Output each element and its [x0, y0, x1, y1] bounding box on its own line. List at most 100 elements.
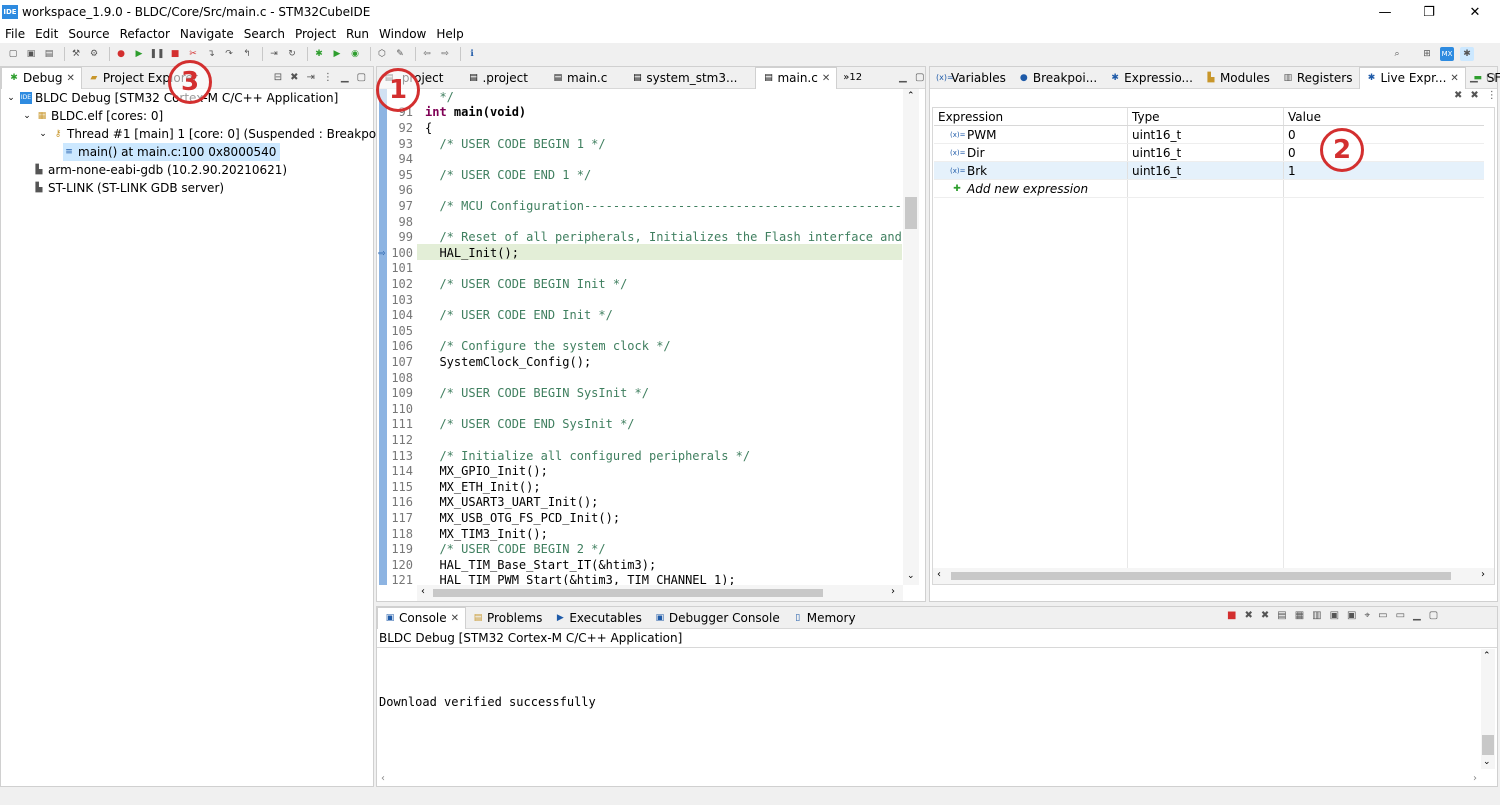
perspective-mx-icon[interactable]: MX: [1440, 46, 1454, 61]
collapse-all-icon[interactable]: ⊟: [274, 72, 282, 83]
tree-item-thread[interactable]: ⌄ ⚷ Thread #1 [main] 1 [core: 0] (Suspen…: [37, 125, 396, 143]
open-console-icon[interactable]: ▭: [1396, 610, 1405, 621]
build-icon[interactable]: ⚒: [69, 47, 83, 61]
scroll-right-icon[interactable]: ›: [891, 586, 895, 597]
expression-value[interactable]: 1: [1284, 162, 1484, 179]
code-line[interactable]: 105: [387, 323, 425, 339]
tab-variables[interactable]: (x)= Variables: [930, 67, 1012, 89]
scroll-lock-icon[interactable]: ▦: [1295, 610, 1304, 621]
maximize-button[interactable]: ❐: [1406, 0, 1452, 24]
expression-value[interactable]: 0: [1284, 126, 1484, 143]
perspective-cpp-icon[interactable]: ⊞: [1420, 47, 1434, 61]
scroll-down-icon[interactable]: ⌄: [907, 571, 915, 581]
close-button[interactable]: ✕: [1452, 0, 1498, 24]
scroll-up-icon[interactable]: ⌃: [907, 91, 915, 101]
save-all-icon[interactable]: ▤: [42, 47, 56, 61]
close-icon[interactable]: ✕: [822, 73, 830, 84]
code-line[interactable]: 98: [387, 214, 425, 230]
tree-item-elf[interactable]: ⌄ ▦ BLDC.elf [cores: 0]: [21, 107, 163, 125]
column-value[interactable]: Value: [1284, 108, 1484, 125]
scroll-left-icon[interactable]: ‹: [421, 586, 425, 597]
tab-debug[interactable]: ✱ Debug ✕: [1, 66, 82, 89]
horizontal-scrollbar[interactable]: ‹ ›: [417, 585, 903, 601]
minimize-icon[interactable]: ▁: [899, 72, 907, 83]
remove-launch-icon[interactable]: ✖: [1244, 610, 1252, 621]
open-type-icon[interactable]: ⬡: [375, 47, 389, 61]
table-row[interactable]: (x)= Dir uint16_t 0: [934, 144, 1484, 162]
terminate-icon[interactable]: ■: [168, 47, 182, 61]
disconnect-icon[interactable]: ✂: [186, 47, 200, 61]
step-mode-icon[interactable]: ⇥: [306, 72, 314, 83]
step-over-icon[interactable]: ↷: [222, 47, 236, 61]
maximize-icon[interactable]: ▢: [357, 72, 366, 83]
code-line[interactable]: 110: [387, 401, 425, 417]
skip-breakpoints-icon[interactable]: ●: [114, 47, 128, 61]
code-line[interactable]: 115 MX_ETH_Init();: [387, 479, 540, 495]
search-icon[interactable]: ⌕: [1390, 47, 1404, 61]
scroll-right-icon[interactable]: ›: [1481, 569, 1485, 580]
perspective-debug-icon[interactable]: ✱: [1460, 46, 1474, 61]
tab-memory[interactable]: ▯ Memory: [786, 607, 862, 629]
close-icon[interactable]: ✕: [66, 73, 74, 84]
remove-icon[interactable]: ✖: [1454, 90, 1462, 101]
menu-search[interactable]: Search: [239, 27, 290, 41]
scrollbar-thumb[interactable]: [433, 589, 823, 597]
tab-debugger-console[interactable]: ▣ Debugger Console: [648, 607, 786, 629]
tab-main-c-active[interactable]: ▤ main.c ✕: [755, 66, 838, 89]
code-line[interactable]: 104 /* USER CODE END Init */: [387, 307, 613, 323]
info-icon[interactable]: ℹ: [465, 47, 479, 61]
tab-live-expressions[interactable]: ✱ Live Expr... ✕: [1358, 66, 1466, 89]
minimize-icon[interactable]: ▁: [1470, 72, 1478, 83]
menu-project[interactable]: Project: [290, 27, 341, 41]
word-wrap-icon[interactable]: ▥: [1312, 610, 1321, 621]
suspend-icon[interactable]: ❚❚: [149, 47, 164, 61]
step-return-icon[interactable]: ↰: [240, 47, 254, 61]
tab-project-2[interactable]: ▤ .project: [461, 67, 533, 89]
tab-console[interactable]: ▣ Console ✕: [377, 606, 467, 629]
scrollbar-thumb[interactable]: [951, 572, 1451, 580]
table-row[interactable]: (x)= PWM uint16_t 0: [934, 126, 1484, 144]
menu-file[interactable]: File: [0, 27, 30, 41]
instruction-step-icon[interactable]: ⇥: [267, 47, 281, 61]
tab-modules[interactable]: ▙ Modules: [1199, 67, 1276, 89]
external-tools-icon[interactable]: ◉: [348, 47, 362, 61]
code-line[interactable]: 113 /* Initialize all configured periphe…: [387, 448, 750, 464]
tab-breakpoints[interactable]: ● Breakpoi...: [1012, 67, 1103, 89]
code-line[interactable]: 121 HAL_TIM_PWM_Start(&htim3, TIM_CHANNE…: [387, 573, 735, 585]
menu-run[interactable]: Run: [341, 27, 374, 41]
column-type[interactable]: Type: [1128, 108, 1284, 125]
debug-icon[interactable]: ✱: [312, 47, 326, 61]
display-console-icon[interactable]: ▭: [1378, 610, 1387, 621]
menu-edit[interactable]: Edit: [30, 27, 63, 41]
code-line[interactable]: 114 MX_GPIO_Init();: [387, 463, 548, 479]
scroll-up-icon[interactable]: ⌃: [1483, 651, 1491, 661]
tree-item-stlink[interactable]: ▙ ST-LINK (ST-LINK GDB server): [33, 179, 225, 197]
tab-registers[interactable]: ▥ Registers: [1276, 67, 1359, 89]
scroll-down-icon[interactable]: ⌄: [1483, 757, 1491, 767]
code-line[interactable]: 102 /* USER CODE BEGIN Init */: [387, 276, 627, 292]
run-icon[interactable]: ▶: [330, 47, 344, 61]
clear-console-icon[interactable]: ▤: [1277, 610, 1286, 621]
show-on-error-icon[interactable]: ▣: [1347, 610, 1356, 621]
code-line[interactable]: 103: [387, 292, 425, 308]
code-line[interactable]: 117 MX_USB_OTG_FS_PCD_Init();: [387, 510, 620, 526]
code-line[interactable]: 109 /* USER CODE BEGIN SysInit */: [387, 385, 649, 401]
menu-refactor[interactable]: Refactor: [115, 27, 175, 41]
search-tool-icon[interactable]: ✎: [393, 47, 407, 61]
pin-console-icon[interactable]: ⌖: [1365, 610, 1371, 621]
expression-value[interactable]: 0: [1284, 144, 1484, 161]
code-line[interactable]: 107 SystemClock_Config();: [387, 354, 591, 370]
debug-config-icon[interactable]: ⚙: [87, 47, 101, 61]
scroll-left-icon[interactable]: ‹: [381, 773, 385, 784]
code-line[interactable]: 111 /* USER CODE END SysInit */: [387, 417, 634, 433]
forward-icon[interactable]: ⇨: [438, 47, 452, 61]
minimize-button[interactable]: —: [1362, 0, 1408, 24]
menu-window[interactable]: Window: [374, 27, 431, 41]
minimize-icon[interactable]: ▁: [341, 72, 349, 83]
vertical-scrollbar[interactable]: ⌃ ⌄: [903, 89, 919, 585]
vertical-scrollbar[interactable]: ⌃ ⌄: [1481, 649, 1495, 769]
remove-launches-icon[interactable]: ✖: [290, 72, 298, 83]
code-line[interactable]: 92 {: [387, 120, 433, 136]
scroll-left-icon[interactable]: ‹: [937, 569, 941, 580]
code-line[interactable]: 94: [387, 151, 425, 167]
